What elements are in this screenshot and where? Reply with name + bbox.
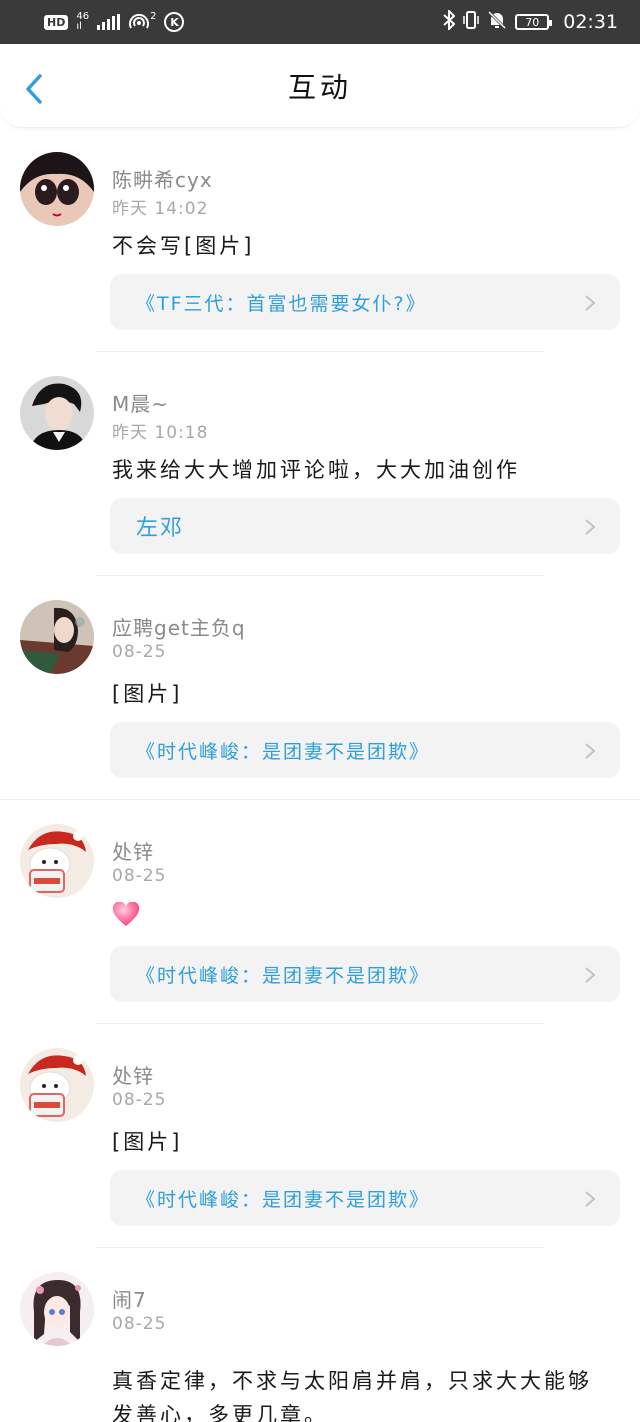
work-link-card[interactable]: 《时代峰峻：是团妻不是团欺》 — [110, 946, 620, 1002]
comment-time: 昨天 10:18 — [112, 423, 209, 443]
status-bar: HD 46 ıl 2 K 70 02:31 — [0, 0, 640, 44]
comment-time: 昨天 14:02 — [112, 199, 209, 219]
work-title: 左邓 — [136, 516, 185, 541]
comment-item: 应聘get主负q 08-25 [图片] 《时代峰峻：是团妻不是团欺》 — [0, 576, 640, 800]
bluetooth-icon — [443, 8, 456, 35]
work-link-card[interactable]: 《时代峰峻：是团妻不是团欺》 — [110, 722, 620, 778]
work-title: 《TF三代：首富也需要女仆?》 — [136, 292, 427, 315]
comment-time: 08-25 — [112, 642, 167, 662]
page-title: 互动 — [287, 70, 352, 104]
comment-text: 不会写[图片] — [112, 234, 255, 258]
chevron-right-icon — [585, 1191, 596, 1207]
comment-time: 08-25 — [112, 1090, 167, 1110]
username[interactable]: 处锌 — [112, 836, 154, 865]
comment-text: 真香定律，不求与太阳肩并肩，只求大大能够发善心，多更几章。 — [112, 1369, 592, 1422]
comment-time: 08-25 — [112, 866, 167, 886]
mute-bell-icon — [487, 10, 507, 35]
pink-heart-icon — [112, 901, 140, 926]
hotspot-icon: 2 — [128, 12, 156, 32]
avatar[interactable] — [20, 824, 94, 898]
username[interactable]: M晨~ — [112, 388, 169, 417]
work-link-card[interactable]: 《时代峰峻：是团妻不是团欺》 — [110, 1170, 620, 1226]
avatar[interactable] — [20, 600, 94, 674]
comment-item: M晨~ 昨天 10:18 我来给大大增加评论啦，大大加油创作 左邓 — [0, 352, 640, 576]
comment-list: 陈畊希cyx 昨天 14:02 不会写[图片] 《TF三代：首富也需要女仆?》 … — [0, 128, 640, 1422]
battery-icon: 70 — [515, 14, 553, 30]
comment-text: [图片] — [112, 1130, 183, 1154]
chevron-right-icon — [585, 743, 596, 759]
chevron-right-icon — [585, 295, 596, 311]
avatar[interactable] — [20, 376, 94, 450]
comment-time: 08-25 — [112, 1314, 167, 1334]
avatar[interactable] — [20, 152, 94, 226]
chevron-left-icon — [26, 74, 42, 104]
vibrate-icon — [463, 10, 479, 35]
comment-item: 处锌 08-25 《时代峰峻：是团妻不是团欺》 — [0, 800, 640, 1024]
comment-text: 我来给大大增加评论啦，大大加油创作 — [112, 458, 520, 482]
k-icon: K — [164, 12, 185, 32]
avatar[interactable] — [20, 1048, 94, 1122]
work-title: 《时代峰峻：是团妻不是团欺》 — [136, 740, 431, 763]
username[interactable]: 陈畊希cyx — [112, 164, 213, 193]
work-link-card[interactable]: 《TF三代：首富也需要女仆?》 — [110, 274, 620, 330]
hd-icon: HD — [44, 14, 69, 30]
work-title: 《时代峰峻：是团妻不是团欺》 — [136, 1188, 431, 1211]
signal-icon — [97, 14, 121, 30]
work-title: 《时代峰峻：是团妻不是团欺》 — [136, 964, 431, 987]
username[interactable]: 闹7 — [112, 1284, 147, 1313]
header-bar: 互动 — [0, 44, 640, 128]
comment-text: [图片] — [112, 682, 183, 706]
chevron-right-icon — [585, 967, 596, 983]
work-link-card[interactable]: 左邓 — [110, 498, 620, 554]
comment-text — [112, 901, 610, 937]
clock: 02:31 — [563, 11, 618, 33]
avatar[interactable] — [20, 1272, 94, 1346]
comment-item: 陈畊希cyx 昨天 14:02 不会写[图片] 《TF三代：首富也需要女仆?》 — [0, 128, 640, 352]
network-type: 46 ıl — [76, 11, 90, 32]
username[interactable]: 应聘get主负q — [112, 612, 246, 641]
back-button[interactable] — [22, 74, 48, 104]
comment-item: 闹7 08-25 真香定律，不求与太阳肩并肩，只求大大能够发善心，多更几章。 — [0, 1248, 640, 1422]
chevron-right-icon — [585, 519, 596, 535]
comment-item: 处锌 08-25 [图片] 《时代峰峻：是团妻不是团欺》 — [0, 1024, 640, 1248]
username[interactable]: 处锌 — [112, 1060, 154, 1089]
